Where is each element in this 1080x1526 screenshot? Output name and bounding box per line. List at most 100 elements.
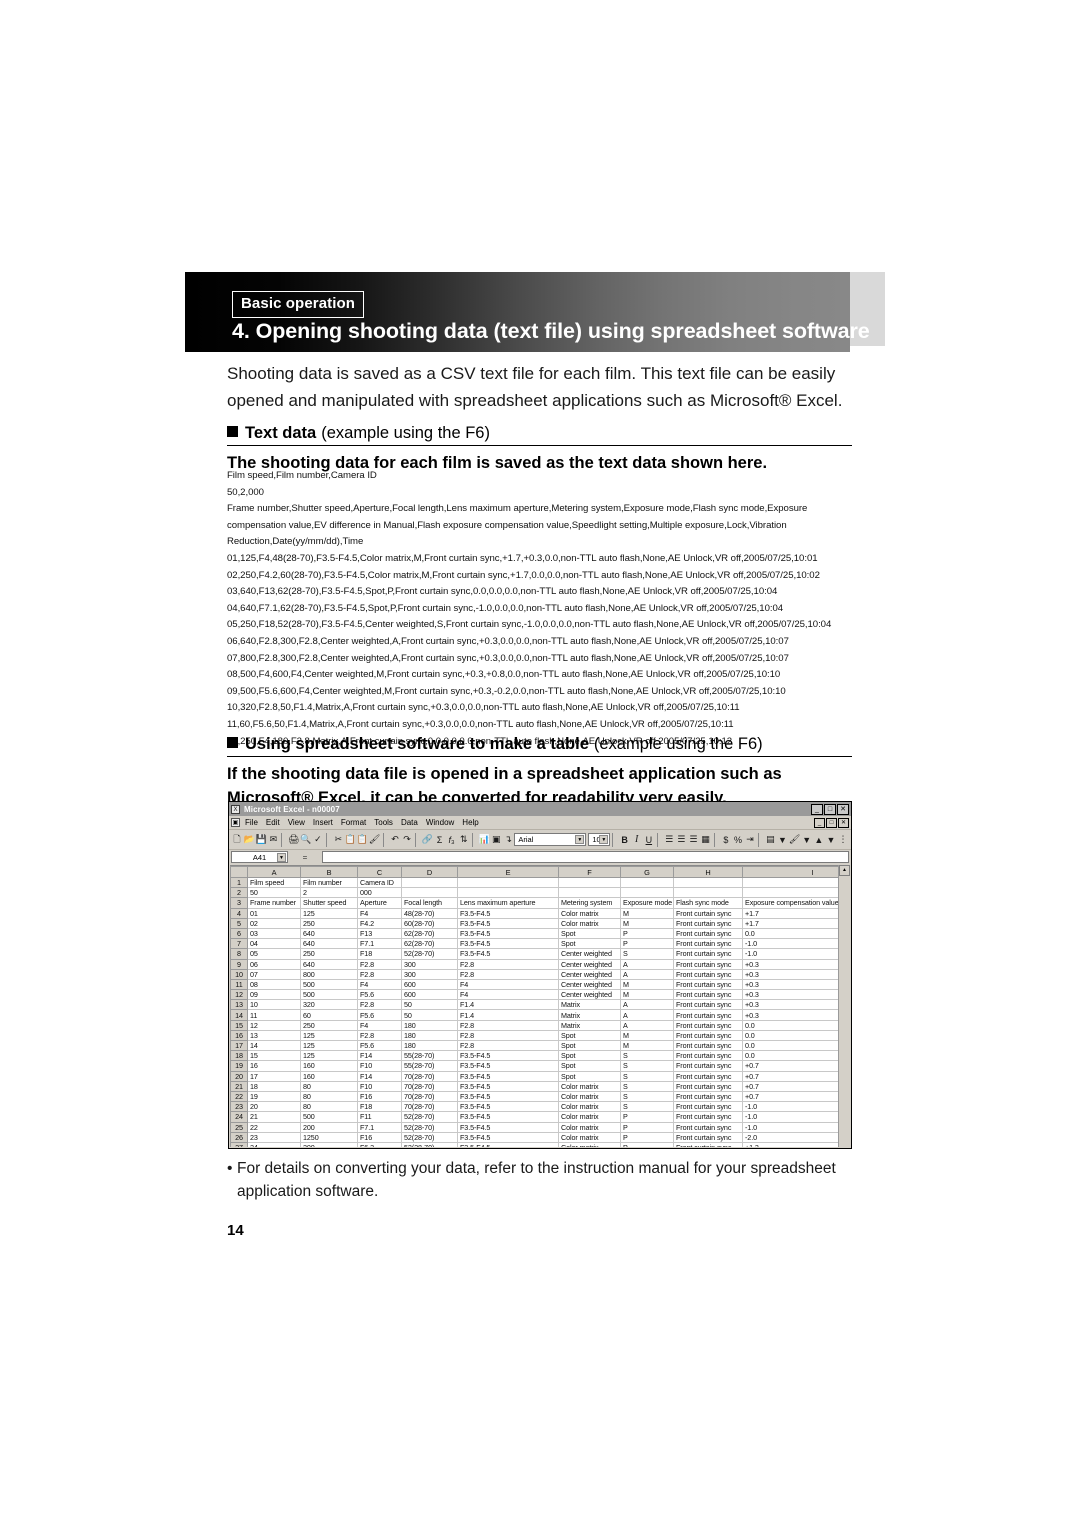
row-header[interactable]: 13 <box>230 999 248 1011</box>
cell[interactable]: 1250 <box>300 1131 358 1143</box>
spreadsheet-grid[interactable]: A B C D E F G H I 1 Film speed Film number… <box>230 865 850 1147</box>
cell[interactable]: F3.5-F4.5 <box>457 1101 559 1113</box>
table-row[interactable]: 23 20 80 F18 70(28-70) F3.5-F4.5 Color matrix S… <box>230 1101 850 1113</box>
save-icon[interactable]: 💾 <box>255 832 267 847</box>
cell[interactable]: F4 <box>357 978 402 991</box>
cell[interactable]: F4 <box>457 989 559 1001</box>
cell[interactable]: 125 <box>300 907 358 919</box>
cell[interactable]: 04 <box>247 938 301 950</box>
chart-wizard-icon[interactable]: 📊 <box>478 832 490 847</box>
cell[interactable]: 80 <box>300 1080 358 1092</box>
cell[interactable]: 200 <box>300 1121 358 1133</box>
cell[interactable]: 62(28-70) <box>401 927 458 940</box>
close-button[interactable]: ✕ <box>837 803 849 815</box>
cell[interactable]: 125 <box>300 1039 358 1052</box>
cell[interactable]: Shutter speed <box>300 897 358 909</box>
cell[interactable]: Front curtain sync <box>673 1080 743 1092</box>
column-header-f[interactable]: F <box>558 866 621 878</box>
cell[interactable]: Exposure mode <box>620 897 674 909</box>
cell[interactable]: 20 <box>247 1101 301 1113</box>
cell[interactable] <box>457 876 559 889</box>
cell[interactable]: 70(28-70) <box>401 1101 458 1113</box>
cell[interactable]: 0.0 <box>742 927 850 940</box>
font-name-dropdown-icon[interactable]: ▼ <box>575 835 585 844</box>
cell[interactable]: Color matrix <box>558 917 621 929</box>
cell[interactable]: F2.8 <box>457 1029 559 1042</box>
vertical-scrollbar[interactable]: ▲ <box>838 865 850 1147</box>
cell[interactable]: Front curtain sync <box>673 1029 743 1042</box>
table-row[interactable]: 5 02 250 F4.2 60(28-70) F3.5-F4.5 Color matrix… <box>230 917 850 929</box>
cell[interactable]: Front curtain sync <box>673 1141 743 1147</box>
cell[interactable]: 50 <box>401 999 458 1011</box>
column-header-b[interactable]: B <box>300 866 358 878</box>
sort-asc-icon[interactable]: ⇅ <box>458 832 470 847</box>
cell[interactable]: 0.0 <box>742 1019 850 1031</box>
cell[interactable]: 17 <box>247 1070 301 1082</box>
cell[interactable] <box>742 876 850 889</box>
maximize-button[interactable]: □ <box>824 803 836 815</box>
cell[interactable]: F2.8 <box>457 1039 559 1052</box>
cell[interactable]: A <box>620 958 674 970</box>
cell[interactable]: M <box>620 978 674 991</box>
cell[interactable]: F3.5-F4.5 <box>457 1121 559 1133</box>
cell[interactable]: 01 <box>247 907 301 919</box>
cell[interactable]: +0.7 <box>742 1060 850 1072</box>
table-row[interactable]: 2724200F6.352(28-70)F3.5-F4.5Color matri… <box>230 1141 850 1147</box>
cell[interactable]: F11 <box>357 1111 402 1123</box>
fill-color-dropdown-icon[interactable]: ▼ <box>801 832 813 847</box>
cell[interactable]: Film number <box>300 876 358 889</box>
menu-item-file[interactable]: File <box>245 818 258 827</box>
cell[interactable]: 640 <box>300 927 358 940</box>
print-preview-icon[interactable]: 🔍 <box>300 832 312 847</box>
cell[interactable]: 60(28-70) <box>401 917 458 929</box>
cell[interactable]: +1.7 <box>742 917 850 929</box>
cell[interactable]: +0.3 <box>742 968 850 980</box>
cell[interactable]: Color matrix <box>558 907 621 919</box>
cell[interactable]: F18 <box>357 948 402 960</box>
cell[interactable]: 09 <box>247 989 301 1001</box>
cell[interactable]: S <box>620 1080 674 1092</box>
table-row[interactable]: 22 19 80 F16 70(28-70) F3.5-F4.5 Color matrix S… <box>230 1090 850 1103</box>
table-row[interactable]: 21 18 80 F10 70(28-70) F3.5-F4.5 Color matrix S… <box>230 1080 850 1092</box>
cell[interactable]: A <box>620 968 674 980</box>
cell[interactable]: Matrix <box>558 999 621 1011</box>
cell[interactable]: 640 <box>300 958 358 970</box>
cell[interactable]: 500 <box>300 1111 358 1123</box>
menu-item-insert[interactable]: Insert <box>313 818 333 827</box>
row-header[interactable]: 18 <box>230 1050 248 1062</box>
cell[interactable]: -1.0 <box>742 1101 850 1113</box>
column-header-e[interactable]: E <box>457 866 559 878</box>
cell[interactable]: 10 <box>247 999 301 1011</box>
font-color-dropdown-icon[interactable]: ▼ <box>825 832 837 847</box>
cell[interactable]: Front curtain sync <box>673 927 743 940</box>
cell[interactable] <box>673 887 743 899</box>
cell[interactable]: Color matrix <box>558 1090 621 1103</box>
row-header[interactable]: 3 <box>230 897 248 909</box>
cell[interactable]: 200 <box>300 1141 358 1147</box>
cell[interactable]: Center weighted <box>558 948 621 960</box>
cell[interactable]: +0.3 <box>742 978 850 991</box>
cell[interactable]: 70(28-70) <box>401 1080 458 1092</box>
cell[interactable]: M <box>620 907 674 919</box>
cell[interactable]: Spot <box>558 927 621 940</box>
cell[interactable]: 24 <box>247 1141 301 1147</box>
cell[interactable]: Spot <box>558 1029 621 1042</box>
table-row[interactable]: 1 Film speed Film number Camera ID <box>230 876 850 889</box>
cell[interactable]: A <box>620 1019 674 1031</box>
scroll-up-button[interactable]: ▲ <box>839 865 850 876</box>
cell[interactable]: 80 <box>300 1101 358 1113</box>
cell[interactable]: 600 <box>401 978 458 991</box>
cell[interactable]: 23 <box>247 1131 301 1143</box>
select-all-corner[interactable] <box>230 866 248 878</box>
cell[interactable]: 08 <box>247 978 301 991</box>
menu-item-window[interactable]: Window <box>426 818 454 827</box>
cell[interactable]: S <box>620 1060 674 1072</box>
cell[interactable]: 62(28-70) <box>401 938 458 950</box>
cell[interactable]: M <box>620 917 674 929</box>
cell[interactable]: M <box>620 989 674 1001</box>
cell[interactable]: 60 <box>300 1009 358 1021</box>
align-left-icon[interactable]: ☰ <box>663 832 675 847</box>
cell[interactable]: 50 <box>401 1009 458 1021</box>
cell[interactable]: Center weighted <box>558 958 621 970</box>
cell[interactable]: 50 <box>247 887 301 899</box>
